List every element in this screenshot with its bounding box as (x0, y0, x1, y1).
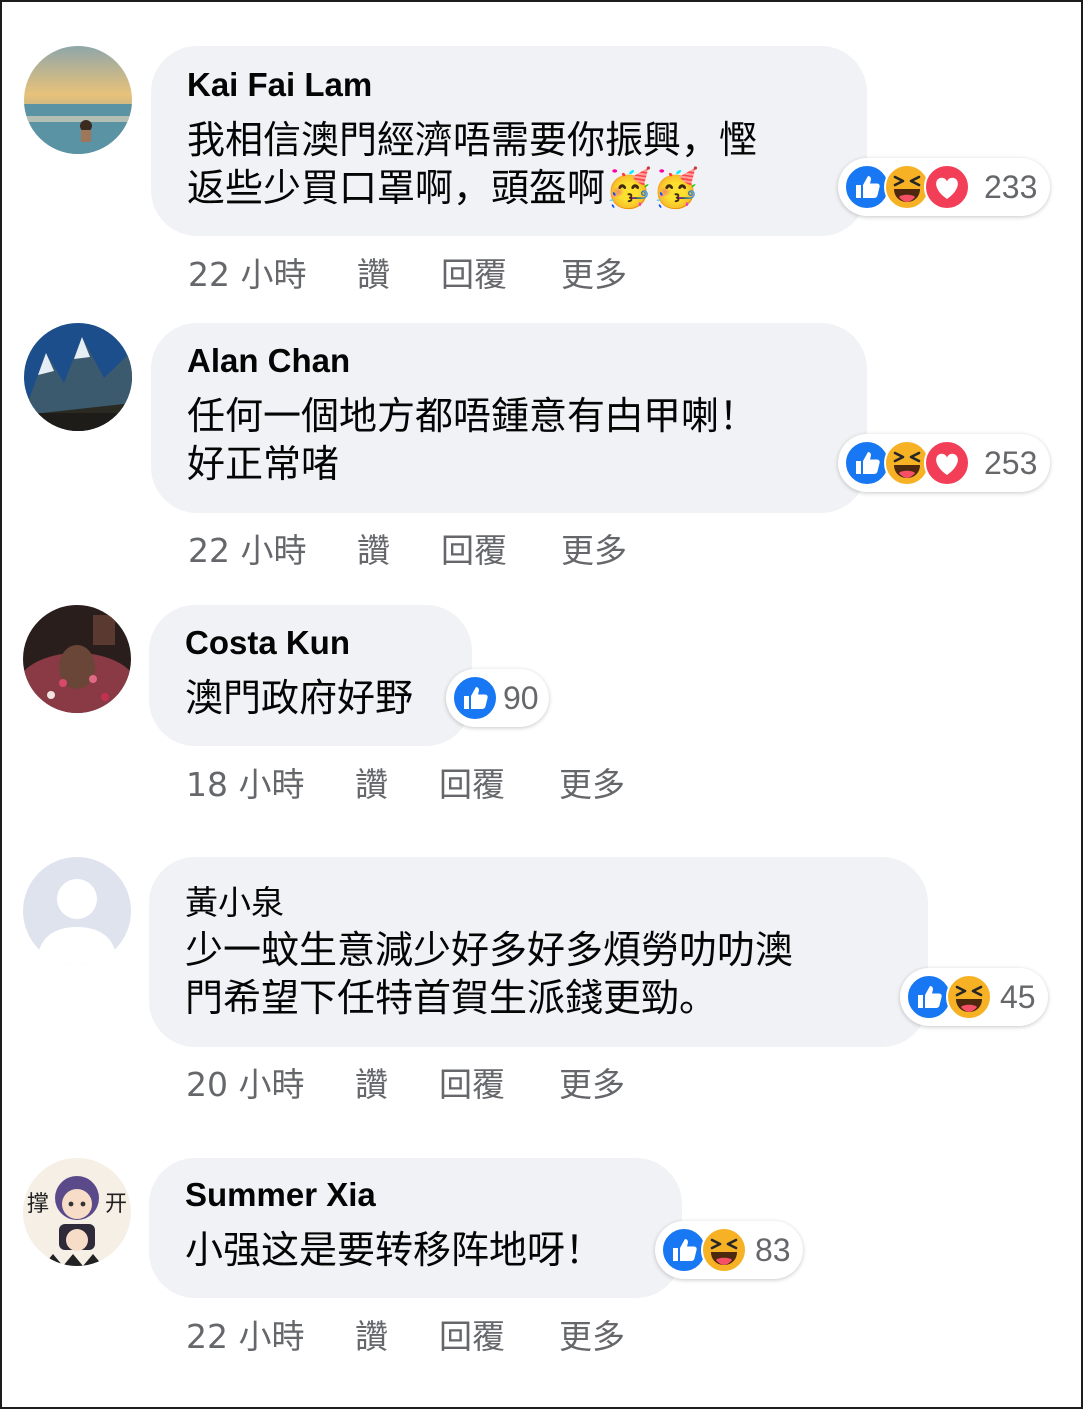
love-icon (924, 440, 970, 486)
reactions-summary[interactable]: 45 (900, 968, 1048, 1026)
comment-author[interactable]: Kai Fai Lam (187, 66, 372, 104)
more-action[interactable]: 更多 (561, 248, 627, 296)
reply-action[interactable]: 回覆 (439, 758, 505, 806)
more-action[interactable]: 更多 (561, 524, 627, 572)
like-action[interactable]: 讚 (355, 1310, 388, 1358)
reaction-count: 45 (1000, 979, 1036, 1015)
comment-timestamp[interactable]: 22 小時 (188, 248, 306, 296)
comment-text-line: 我相信澳門經濟唔需要你振興，慳 (187, 118, 758, 162)
reply-action[interactable]: 回覆 (441, 248, 507, 296)
comment-timestamp[interactable]: 18 小時 (186, 758, 304, 806)
avatar[interactable] (23, 857, 131, 965)
avatar[interactable] (24, 46, 132, 154)
reaction-count: 233 (984, 169, 1038, 205)
more-action[interactable]: 更多 (559, 758, 625, 806)
avatar-text: 开 (105, 1192, 128, 1217)
more-action[interactable]: 更多 (559, 1310, 625, 1358)
avatar-text: 撑 (27, 1192, 50, 1217)
reactions-summary[interactable]: 90 (446, 669, 549, 727)
avatar[interactable] (23, 605, 131, 713)
like-icon (452, 675, 498, 721)
like-action[interactable]: 讚 (355, 1058, 388, 1106)
comment-timestamp[interactable]: 22 小時 (186, 1310, 304, 1358)
reactions-summary[interactable]: 83 (655, 1221, 803, 1279)
haha-icon (946, 974, 992, 1020)
comment-author[interactable]: Costa Kun (185, 624, 350, 662)
comment-timestamp[interactable]: 20 小時 (186, 1058, 304, 1106)
comment-text-line: 任何一個地方都唔鍾意有甴甲喇！ (187, 394, 758, 438)
comment-author[interactable]: Alan Chan (187, 342, 350, 380)
comment-text-line: 返些少買口罩啊，頭盔啊🥳🥳 (187, 166, 700, 210)
like-action[interactable]: 讚 (355, 758, 388, 806)
comment-text-line: 小强这是要转移阵地呀！ (185, 1228, 604, 1272)
reactions-summary[interactable]: 253 (838, 434, 1050, 492)
comment-author[interactable]: Summer Xia (185, 1176, 376, 1214)
comment-text-line: 少一蚊生意減少好多好多煩勞叻叻澳 (185, 928, 794, 972)
comment-text-line: 門希望下任特首賀生派錢更勁。 (185, 976, 718, 1020)
reaction-count: 90 (503, 680, 539, 716)
reaction-count: 253 (984, 445, 1038, 481)
haha-icon (701, 1227, 747, 1273)
comment-text-line: 澳門政府好野 (185, 676, 414, 720)
like-action[interactable]: 讚 (357, 524, 390, 572)
reply-action[interactable]: 回覆 (439, 1058, 505, 1106)
comment-author[interactable]: 黃小泉 (185, 876, 284, 924)
love-icon (924, 164, 970, 210)
more-action[interactable]: 更多 (559, 1058, 625, 1106)
comment-timestamp[interactable]: 22 小時 (188, 524, 306, 572)
reaction-count: 83 (755, 1232, 791, 1268)
reactions-summary[interactable]: 233 (838, 158, 1050, 216)
reply-action[interactable]: 回覆 (439, 1310, 505, 1358)
avatar[interactable]: 撑 开 (23, 1158, 131, 1266)
like-action[interactable]: 讚 (357, 248, 390, 296)
avatar[interactable] (24, 323, 132, 431)
reply-action[interactable]: 回覆 (441, 524, 507, 572)
comment-text-line: 好正常啫 (187, 442, 340, 486)
